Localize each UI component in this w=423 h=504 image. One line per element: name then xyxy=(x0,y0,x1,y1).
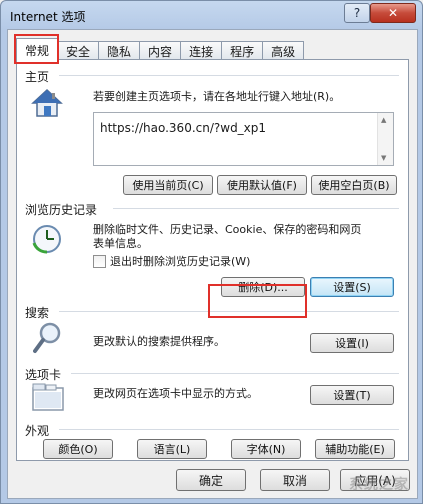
history-section-title: 浏览历史记录 xyxy=(25,203,98,217)
delete-on-exit-checkbox[interactable] xyxy=(93,255,106,268)
homepage-scrollbar[interactable]: ▲ ▼ xyxy=(377,113,393,165)
close-button[interactable]: ✕ xyxy=(370,3,416,23)
scroll-up-icon[interactable]: ▲ xyxy=(381,116,386,124)
tabs-description: 更改网页在选项卡中显示的方式。 xyxy=(93,387,258,400)
search-section-title: 搜索 xyxy=(25,306,50,320)
search-description: 更改默认的搜索提供程序。 xyxy=(93,335,225,348)
homepage-url-field[interactable]: https://hao.360.cn/?wd_xp1 ▲ ▼ xyxy=(93,112,394,166)
accessibility-button[interactable]: 辅助功能(E) xyxy=(315,439,395,459)
tab-programs[interactable]: 程序 xyxy=(221,41,264,60)
watermark-text: 系统之家 xyxy=(349,477,409,493)
homepage-description: 若要创建主页选项卡，请在各地址行键入地址(R)。 xyxy=(93,90,341,103)
highlight-general-tab xyxy=(14,34,59,64)
colors-button[interactable]: 颜色(O) xyxy=(43,439,113,459)
search-magnifier-icon xyxy=(33,322,63,357)
dialog-body: 常规 安全 隐私 内容 连接 程序 高级 主页 若要创建主页选项卡，请在各地址行… xyxy=(7,29,418,499)
appearance-section-title: 外观 xyxy=(25,424,50,438)
history-settings-button[interactable]: 设置(S) xyxy=(310,277,394,297)
cancel-button[interactable]: 取消 xyxy=(260,469,330,491)
general-panel: 主页 若要创建主页选项卡，请在各地址行键入地址(R)。 https://hao.… xyxy=(16,59,409,461)
tabs-settings-button[interactable]: 设置(T) xyxy=(310,385,394,405)
languages-button[interactable]: 语言(L) xyxy=(137,439,207,459)
history-clock-icon xyxy=(31,223,65,260)
use-current-button[interactable]: 使用当前页(C) xyxy=(123,175,213,195)
internet-options-window: Internet 选项 ? ✕ 常规 安全 隐私 内容 连接 程序 高级 主页 xyxy=(0,0,423,504)
ok-button[interactable]: 确定 xyxy=(176,469,246,491)
tab-strip: 常规 安全 隐私 内容 连接 程序 高级 xyxy=(16,38,305,61)
search-settings-button[interactable]: 设置(I) xyxy=(310,333,394,353)
delete-on-exit-label[interactable]: 退出时删除浏览历史记录(W) xyxy=(110,255,250,269)
homepage-section-title: 主页 xyxy=(25,70,50,84)
tabs-window-icon xyxy=(31,382,65,415)
help-button[interactable]: ? xyxy=(344,3,370,23)
use-default-button[interactable]: 使用默认值(F) xyxy=(217,175,307,195)
title-bar[interactable]: Internet 选项 ? ✕ xyxy=(1,1,422,29)
home-icon xyxy=(31,88,63,121)
tab-security[interactable]: 安全 xyxy=(57,41,100,60)
history-description-line2: 表单信息。 xyxy=(93,237,148,250)
tab-content[interactable]: 内容 xyxy=(139,41,182,60)
fonts-button[interactable]: 字体(N) xyxy=(231,439,301,459)
tab-privacy[interactable]: 隐私 xyxy=(98,41,141,60)
tabs-separator xyxy=(71,373,399,374)
homepage-url-value: https://hao.360.cn/?wd_xp1 xyxy=(100,121,267,135)
homepage-separator xyxy=(59,75,399,76)
history-description-line1: 删除临时文件、历史记录、Cookie、保存的密码和网页 xyxy=(93,223,362,236)
appearance-separator xyxy=(59,429,399,430)
tabs-section-title: 选项卡 xyxy=(25,368,62,382)
history-separator xyxy=(113,208,399,209)
tab-advanced[interactable]: 高级 xyxy=(262,41,305,60)
window-title: Internet 选项 xyxy=(10,10,86,24)
use-blank-button[interactable]: 使用空白页(B) xyxy=(311,175,397,195)
highlight-delete-button xyxy=(208,284,307,318)
scroll-down-icon[interactable]: ▼ xyxy=(381,154,386,162)
tab-connections[interactable]: 连接 xyxy=(180,41,223,60)
